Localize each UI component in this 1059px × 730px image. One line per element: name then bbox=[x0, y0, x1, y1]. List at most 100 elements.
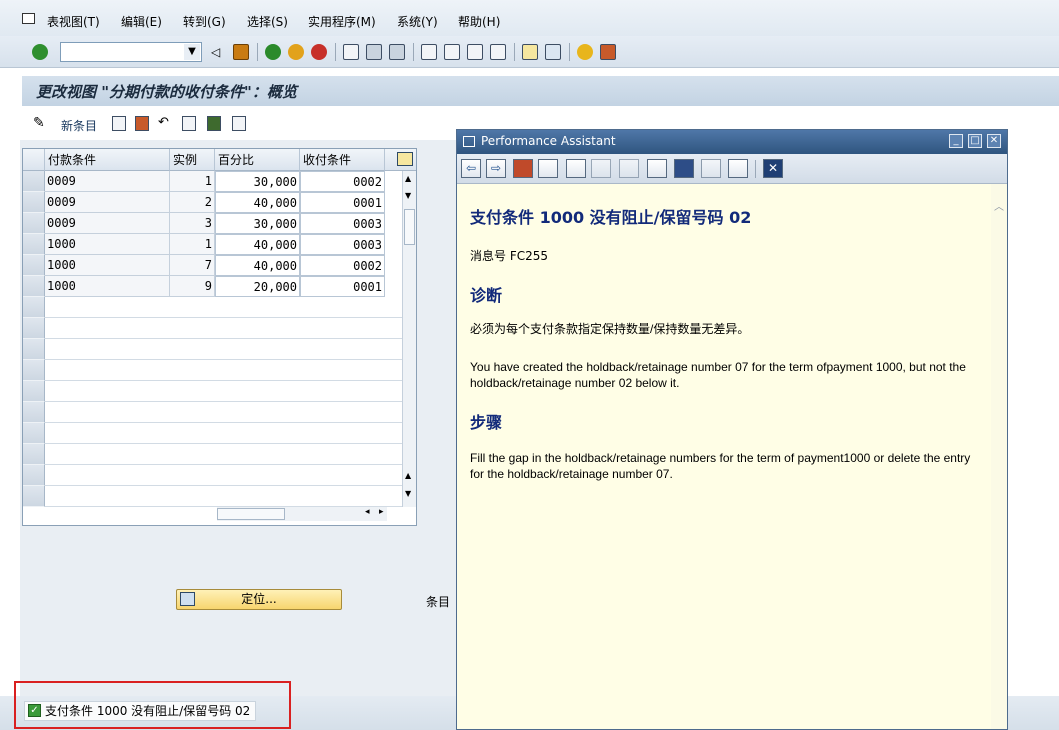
row-selector[interactable] bbox=[23, 444, 45, 465]
exit-icon[interactable] bbox=[288, 44, 304, 60]
scroll-thumb[interactable] bbox=[404, 209, 415, 245]
edit-icon[interactable] bbox=[566, 159, 586, 178]
select-all-icon[interactable] bbox=[182, 116, 196, 131]
menu-goto[interactable]: 转到(G) bbox=[183, 13, 226, 30]
copy-as-icon[interactable] bbox=[112, 116, 126, 131]
position-button[interactable]: 定位... bbox=[176, 589, 342, 610]
row-selector[interactable] bbox=[23, 402, 45, 423]
pa-heading: 支付条件 1000 没有阻止/保留号码 02 bbox=[470, 208, 752, 227]
scroll-page-up-icon[interactable]: ▲ bbox=[405, 471, 411, 480]
print-icon[interactable] bbox=[343, 44, 359, 60]
row-selector[interactable] bbox=[23, 318, 45, 339]
table-input-cell[interactable]: 0002 bbox=[300, 255, 385, 276]
table-input-cell[interactable]: 0002 bbox=[300, 171, 385, 192]
table-cell: 0009 bbox=[45, 192, 170, 213]
list-icon[interactable] bbox=[647, 159, 667, 178]
row-selector[interactable] bbox=[23, 276, 45, 297]
scroll-down-icon[interactable]: ▼ bbox=[405, 191, 411, 200]
minimize-icon[interactable]: _ bbox=[949, 134, 963, 148]
table-input-cell[interactable]: 0003 bbox=[300, 213, 385, 234]
forward-arrow-icon[interactable]: ⇨ bbox=[486, 159, 506, 178]
next-page-icon[interactable] bbox=[467, 44, 483, 60]
table-input-cell[interactable]: 30,000 bbox=[215, 213, 300, 234]
table-vertical-scrollbar[interactable]: ▲ ▼ ▲ ▼ bbox=[402, 171, 416, 507]
row-selector[interactable] bbox=[23, 360, 45, 381]
back-icon[interactable] bbox=[265, 44, 281, 60]
row-selector[interactable] bbox=[23, 486, 45, 507]
maximize-icon[interactable]: □ bbox=[968, 134, 982, 148]
row-selector[interactable] bbox=[23, 171, 45, 192]
new-entries-button[interactable]: 新条目 bbox=[61, 117, 97, 134]
table-input-cell[interactable]: 0001 bbox=[300, 276, 385, 297]
row-selector[interactable] bbox=[23, 339, 45, 360]
comment-icon[interactable] bbox=[674, 159, 694, 178]
row-selector[interactable] bbox=[23, 255, 45, 276]
table-input-cell[interactable]: 0001 bbox=[300, 192, 385, 213]
table-horizontal-scrollbar[interactable]: ◂ ▸ bbox=[217, 507, 387, 521]
menu-selection[interactable]: 选择(S) bbox=[247, 13, 288, 30]
table-settings-icon[interactable] bbox=[397, 152, 413, 166]
table-input-cell[interactable]: 40,000 bbox=[215, 255, 300, 276]
cancel-icon[interactable] bbox=[311, 44, 327, 60]
diagnosis-heading: 诊断 bbox=[470, 286, 503, 305]
last-page-icon[interactable] bbox=[490, 44, 506, 60]
menu-help[interactable]: 帮助(H) bbox=[458, 13, 500, 30]
layout-menu-icon[interactable] bbox=[600, 44, 616, 60]
print-icon[interactable] bbox=[728, 159, 748, 178]
enter-icon[interactable] bbox=[32, 44, 48, 60]
scroll-page-down-icon[interactable]: ▼ bbox=[405, 489, 411, 498]
table-input-cell[interactable]: 20,000 bbox=[215, 276, 300, 297]
menu-edit[interactable]: 编辑(E) bbox=[121, 13, 162, 30]
first-page-icon[interactable] bbox=[421, 44, 437, 60]
scroll-left-icon[interactable]: ◂ bbox=[365, 507, 370, 517]
display-change-icon[interactable]: ✎ bbox=[33, 116, 47, 131]
find-icon[interactable] bbox=[366, 44, 382, 60]
technical-info-icon[interactable] bbox=[538, 159, 558, 178]
row-selector[interactable] bbox=[23, 423, 45, 444]
scroll-up-icon[interactable]: ▲ bbox=[405, 174, 411, 183]
hscroll-thumb[interactable] bbox=[217, 508, 285, 520]
pa-vertical-scrollbar[interactable]: ︿ bbox=[991, 184, 1007, 729]
select-block-icon[interactable] bbox=[207, 116, 221, 131]
menu-utilities[interactable]: 实用程序(M) bbox=[308, 13, 376, 30]
print-preview-icon bbox=[701, 159, 721, 178]
column-header-terms-of-payment[interactable]: 收付条件 bbox=[300, 149, 385, 171]
undo-change-icon[interactable]: ↶ bbox=[158, 116, 172, 131]
delete-icon[interactable] bbox=[135, 116, 149, 131]
column-header-payment-terms[interactable]: 付款条件 bbox=[45, 149, 170, 171]
system-menu-icon[interactable] bbox=[22, 13, 35, 24]
row-selector[interactable] bbox=[23, 213, 45, 234]
history-back-icon[interactable]: ◁ bbox=[211, 44, 227, 60]
close-icon[interactable]: ✕ bbox=[987, 134, 1001, 148]
command-field[interactable]: ▼ bbox=[60, 42, 202, 62]
row-selector[interactable] bbox=[23, 297, 45, 318]
table-input-cell[interactable]: 30,000 bbox=[215, 171, 300, 192]
command-dropdown-icon[interactable]: ▼ bbox=[184, 44, 200, 60]
find-next-icon[interactable] bbox=[389, 44, 405, 60]
menu-system[interactable]: 系统(Y) bbox=[397, 13, 438, 30]
column-header-percentage[interactable]: 百分比 bbox=[215, 149, 300, 171]
save-icon[interactable] bbox=[233, 44, 249, 60]
shortcut-icon[interactable] bbox=[545, 44, 561, 60]
back-arrow-icon[interactable]: ⇦ bbox=[461, 159, 481, 178]
new-session-icon[interactable] bbox=[522, 44, 538, 60]
table-input-cell[interactable]: 40,000 bbox=[215, 234, 300, 255]
column-header-instance[interactable]: 实例 bbox=[170, 149, 215, 171]
pa-titlebar[interactable]: Performance Assistant _ □ ✕ bbox=[457, 130, 1007, 154]
row-selector[interactable] bbox=[23, 465, 45, 486]
scroll-right-icon[interactable]: ▸ bbox=[379, 507, 384, 517]
select-all-header[interactable] bbox=[23, 149, 45, 171]
row-selector[interactable] bbox=[23, 234, 45, 255]
glossary-icon[interactable] bbox=[513, 159, 533, 178]
pa-scroll-up-icon[interactable]: ︿ bbox=[994, 198, 1004, 213]
row-selector[interactable] bbox=[23, 381, 45, 402]
row-selector[interactable] bbox=[23, 192, 45, 213]
deselect-all-icon[interactable] bbox=[232, 116, 246, 131]
table-cell: 3 bbox=[170, 213, 215, 234]
table-input-cell[interactable]: 0003 bbox=[300, 234, 385, 255]
help-icon[interactable] bbox=[577, 44, 593, 60]
previous-page-icon[interactable] bbox=[444, 44, 460, 60]
menu-table-view[interactable]: 表视图(T) bbox=[47, 13, 100, 30]
close-pa-icon[interactable]: ✕ bbox=[763, 159, 783, 178]
table-input-cell[interactable]: 40,000 bbox=[215, 192, 300, 213]
